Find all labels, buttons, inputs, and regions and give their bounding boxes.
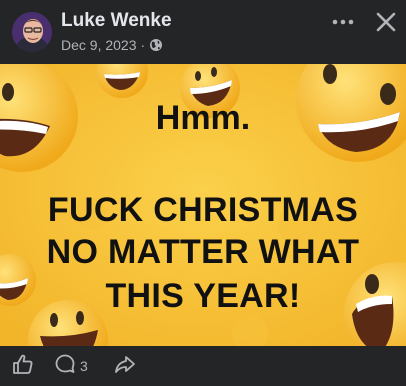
image-text-line-3: NO MATTER WHAT <box>46 233 360 271</box>
author-name[interactable]: Luke Wenke <box>61 9 172 33</box>
post-image[interactable]: Hmm. FUCK CHRISTMAS NO MATTER WHAT THIS … <box>0 64 406 346</box>
image-text-line-1: Hmm. <box>155 99 251 137</box>
thumbs-up-icon <box>12 353 34 380</box>
post-meta: Dec 9, 2023 · <box>61 36 163 54</box>
meta-separator: · <box>140 37 146 53</box>
share-button[interactable] <box>114 354 136 378</box>
globe-icon <box>149 38 163 52</box>
close-icon[interactable] <box>372 8 400 36</box>
like-button[interactable] <box>12 354 34 378</box>
share-icon <box>114 353 136 380</box>
comment-button[interactable]: 3 <box>54 354 88 378</box>
author-avatar[interactable] <box>12 12 52 52</box>
image-text-line-2: FUCK CHRISTMAS <box>47 191 359 229</box>
post-actions: 3 <box>0 346 406 386</box>
image-text-line-4: THIS YEAR! <box>105 277 301 315</box>
comment-count: 3 <box>80 358 88 374</box>
comment-icon <box>54 353 76 380</box>
more-options-icon[interactable] <box>330 10 356 34</box>
post-header: Luke Wenke Dec 9, 2023 · <box>0 0 406 64</box>
post-date[interactable]: Dec 9, 2023 <box>61 36 137 54</box>
